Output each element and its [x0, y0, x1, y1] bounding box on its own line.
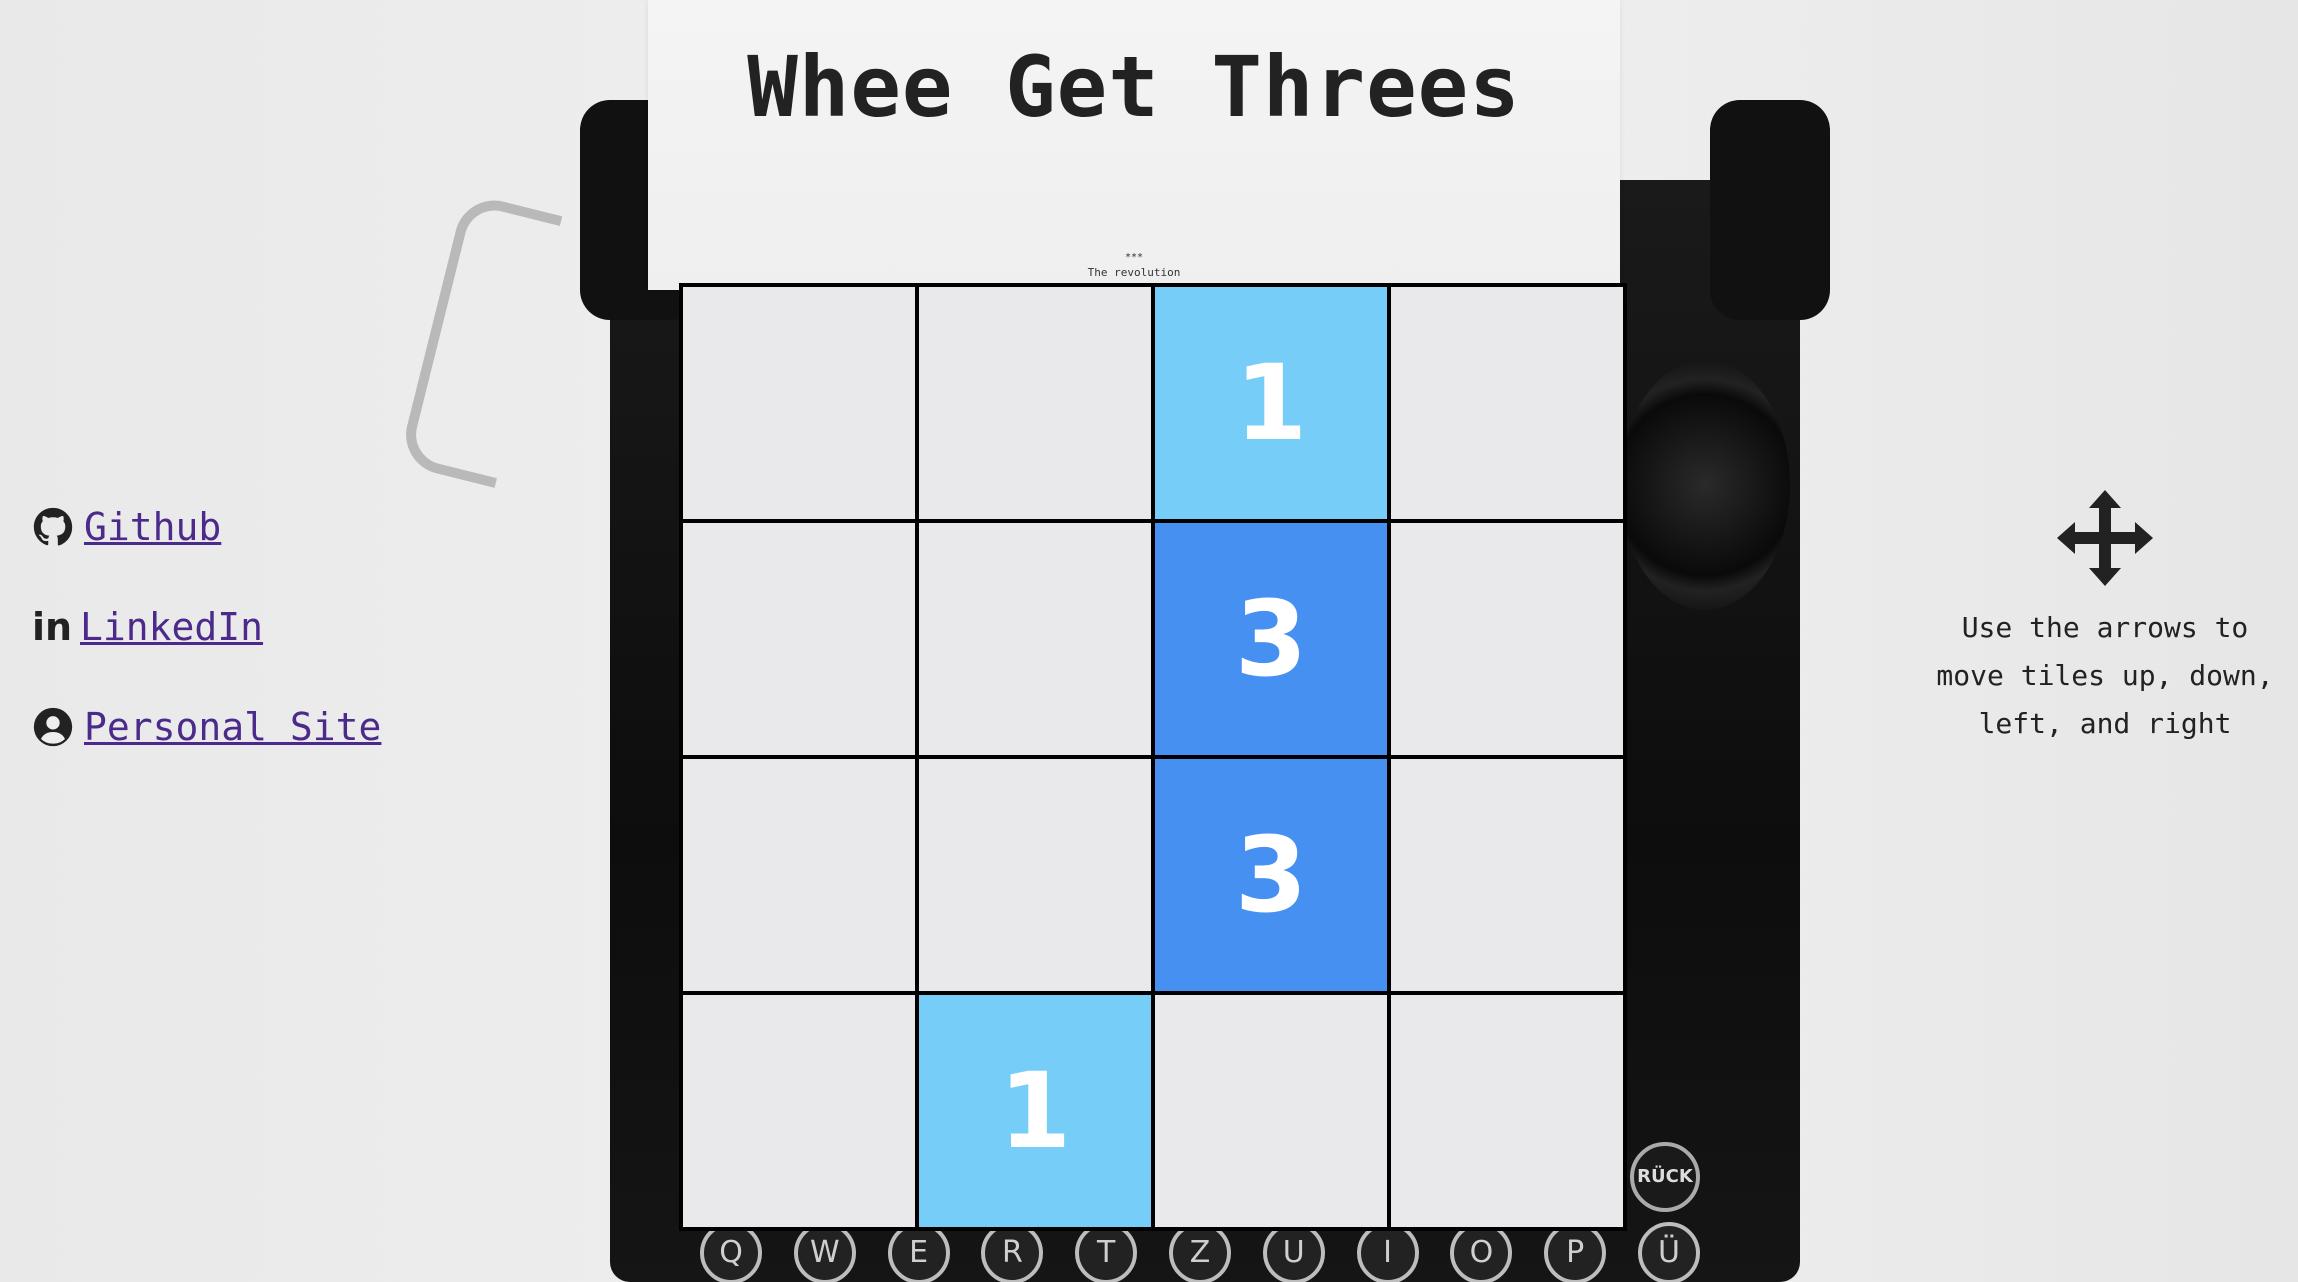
github-icon — [32, 506, 74, 548]
paper-stars: *** — [1124, 252, 1144, 263]
typewriter-key: Z — [1168, 1222, 1231, 1282]
typewriter-key: P — [1544, 1222, 1607, 1282]
typewriter-key: U — [1262, 1222, 1325, 1282]
empty-cell — [683, 995, 915, 1227]
empty-cell — [683, 287, 915, 519]
empty-cell — [1391, 523, 1623, 755]
paper-caption: The revolution — [1087, 266, 1181, 279]
empty-cell — [919, 287, 1151, 519]
tile-1: 1 — [919, 995, 1151, 1227]
typewriter-key: W — [793, 1222, 856, 1282]
empty-cell — [1155, 995, 1387, 1227]
typewriter-ribbon-spool — [1620, 360, 1790, 610]
empty-cell — [683, 523, 915, 755]
personal-site-link[interactable]: Personal Site — [84, 705, 381, 749]
github-link[interactable]: Github — [84, 505, 221, 549]
empty-cell — [919, 759, 1151, 991]
empty-cell — [1391, 287, 1623, 519]
typewriter-back-key: RÜCK — [1630, 1142, 1700, 1212]
typewriter-key: Ü — [1637, 1222, 1700, 1282]
typewriter-key: E — [887, 1222, 950, 1282]
typewriter-right-knob — [1710, 100, 1830, 320]
game-board[interactable]: 1331 — [679, 283, 1627, 1231]
typewriter-key: O — [1450, 1222, 1513, 1282]
github-link-row: Github — [32, 500, 381, 554]
typewriter-key: T — [1075, 1222, 1138, 1282]
instructions-panel: Use the arrows to move tiles up, down, l… — [1920, 488, 2290, 748]
tile-3: 3 — [1155, 759, 1387, 991]
typewriter-carriage-lever — [397, 192, 563, 488]
tile-3: 3 — [1155, 523, 1387, 755]
empty-cell — [1391, 759, 1623, 991]
tile-1: 1 — [1155, 287, 1387, 519]
user-circle-icon — [32, 706, 74, 748]
empty-cell — [919, 523, 1151, 755]
typewriter-key: Q — [700, 1222, 762, 1282]
linkedin-icon: in — [31, 605, 73, 649]
instructions-text: Use the arrows to move tiles up, down, l… — [1936, 611, 2274, 740]
empty-cell — [683, 759, 915, 991]
personal-site-link-row: Personal Site — [32, 700, 381, 754]
linkedin-link-row: in LinkedIn — [32, 600, 381, 654]
arrows-move-icon — [2057, 490, 2153, 586]
linkedin-link[interactable]: LinkedIn — [80, 605, 263, 649]
typewriter-key: I — [1356, 1222, 1419, 1282]
page-title: Whee Get Threes — [747, 38, 1521, 136]
empty-cell — [1391, 995, 1623, 1227]
paper-sheet: Whee Get Threes *** The revolution — [648, 0, 1620, 290]
typewriter-key: R — [981, 1222, 1044, 1282]
typewriter-key-row: QWERTZUIOPÜ — [700, 1222, 1700, 1282]
external-links: Github in LinkedIn Personal Site — [32, 500, 381, 800]
